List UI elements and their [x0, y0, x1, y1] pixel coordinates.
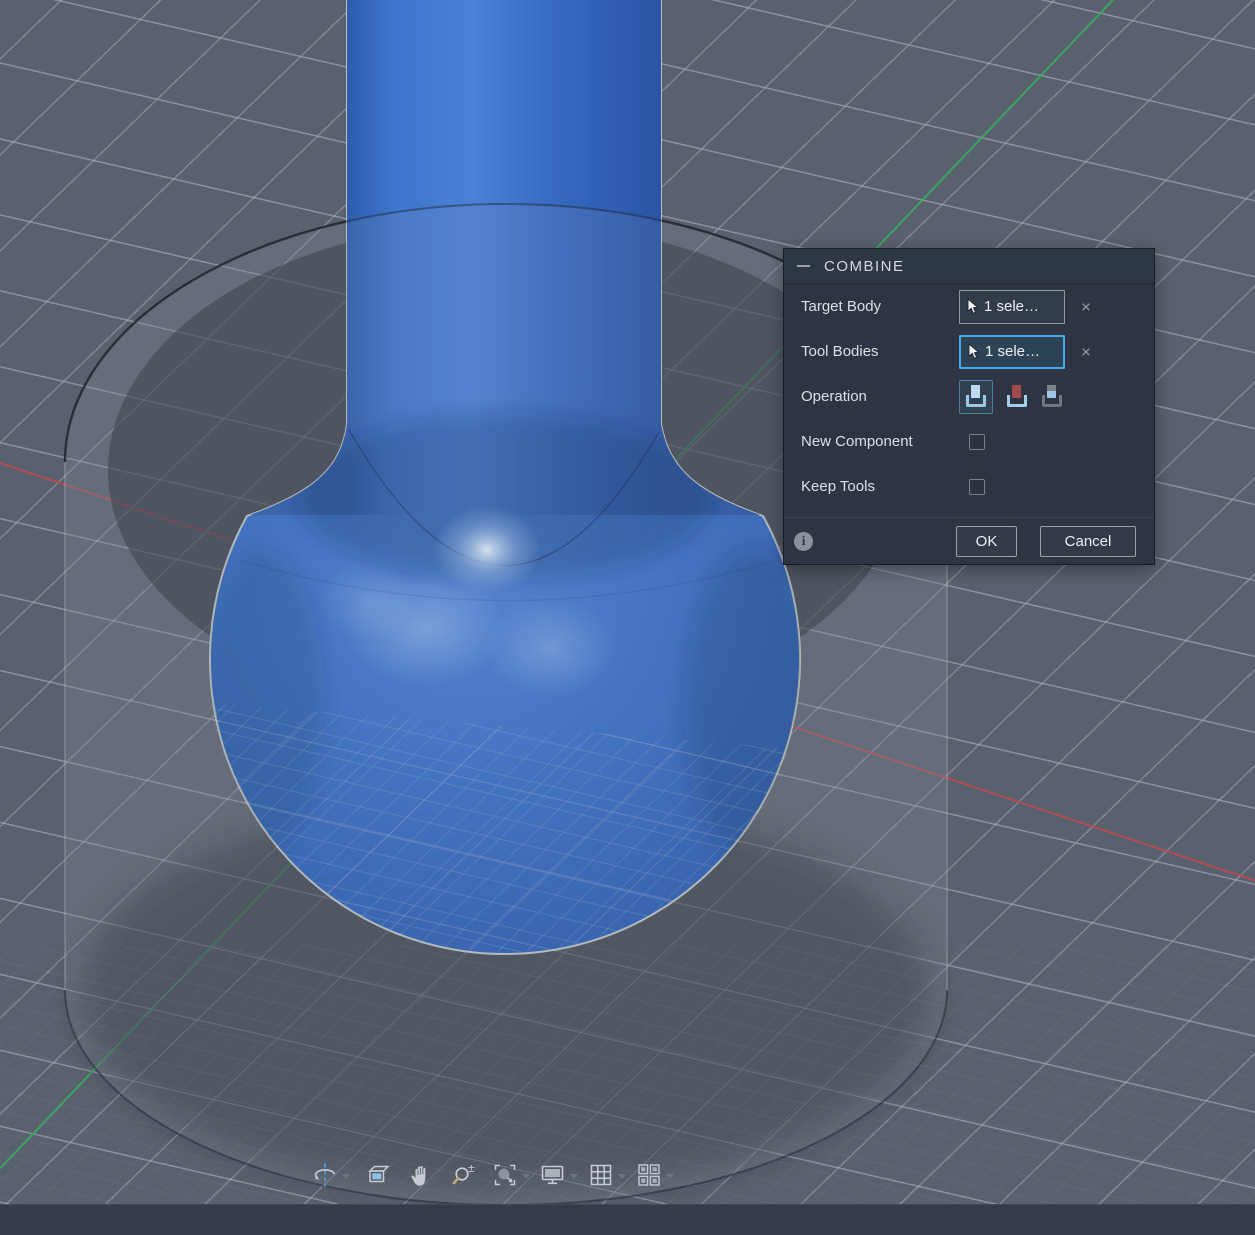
tool-bodies-row: Tool Bodies 1 sele… ×	[784, 329, 1154, 374]
orbit-icon	[314, 1163, 336, 1187]
fit-button[interactable]	[490, 1160, 520, 1190]
info-icon[interactable]: i	[794, 531, 813, 551]
tool-bodies-selection-button[interactable]: 1 sele…	[959, 334, 1065, 369]
operation-cut-button[interactable]	[1006, 385, 1028, 408]
viewports-dropdown-chevron[interactable]	[666, 1173, 674, 1179]
operation-label: Operation	[801, 388, 867, 405]
minimize-button[interactable]	[796, 258, 812, 274]
cancel-button[interactable]: Cancel	[1040, 525, 1136, 557]
grid-and-snaps-button[interactable]	[586, 1160, 616, 1190]
new-component-label: New Component	[801, 433, 913, 450]
fit-dropdown-chevron[interactable]	[522, 1173, 530, 1179]
fit-icon	[494, 1164, 516, 1186]
tool-bodies-value: 1 sele…	[985, 343, 1041, 360]
ok-button[interactable]: OK	[956, 525, 1017, 557]
viewport-3d[interactable]	[0, 0, 1255, 1235]
display-settings-icon	[541, 1165, 564, 1185]
keep-tools-row: Keep Tools	[784, 464, 1154, 509]
tool-bodies-label: Tool Bodies	[801, 343, 879, 360]
orbit-button[interactable]	[310, 1160, 340, 1190]
cursor-icon	[968, 343, 980, 359]
target-body-label: Target Body	[801, 298, 882, 315]
pan-button[interactable]	[406, 1160, 436, 1190]
new-component-checkbox[interactable]	[969, 433, 985, 450]
minimize-icon	[797, 265, 810, 267]
dialog-title: COMBINE	[824, 257, 905, 275]
target-body-row: Target Body 1 sele… ×	[784, 284, 1154, 329]
orbit-dropdown-chevron[interactable]	[342, 1173, 350, 1179]
tool-bodies-clear-button[interactable]: ×	[1074, 343, 1098, 360]
combine-dialog: COMBINE Target Body 1 sele… × Tool Bodie…	[783, 248, 1155, 565]
keep-tools-label: Keep Tools	[801, 478, 875, 495]
dialog-header[interactable]: COMBINE	[784, 249, 1154, 284]
pan-icon	[411, 1166, 426, 1186]
look-at-icon	[368, 1165, 390, 1183]
grid-dropdown-chevron[interactable]	[618, 1173, 626, 1179]
display-settings-button[interactable]	[538, 1160, 568, 1190]
operation-join-button[interactable]	[959, 379, 993, 414]
display-settings-dropdown-chevron[interactable]	[570, 1173, 578, 1179]
viewports-button[interactable]	[634, 1160, 664, 1190]
grid-icon	[590, 1164, 612, 1186]
operation-intersect-button[interactable]	[1041, 385, 1063, 408]
cursor-icon	[967, 298, 979, 314]
zoom-icon: ±	[452, 1161, 475, 1185]
zoom-button[interactable]: ±	[448, 1160, 478, 1190]
new-component-row: New Component	[784, 419, 1154, 464]
fusion-viewport-window: ± COMBINE Target Body 1 sele… × Tool Bod…	[0, 0, 1255, 1235]
look-at-button[interactable]	[364, 1160, 394, 1190]
operation-row: Operation	[784, 374, 1154, 419]
target-body-value: 1 sele…	[984, 298, 1040, 315]
navigation-toolbar: ±	[310, 1158, 676, 1192]
keep-tools-checkbox[interactable]	[969, 478, 985, 495]
target-body-selection-button[interactable]: 1 sele…	[959, 289, 1065, 324]
target-body-clear-button[interactable]: ×	[1074, 298, 1098, 315]
join-icon	[965, 385, 987, 408]
dialog-footer: i OK Cancel	[784, 517, 1154, 564]
bottom-bar	[0, 1204, 1255, 1235]
svg-text:±: ±	[468, 1161, 475, 1175]
viewports-icon	[638, 1164, 660, 1186]
